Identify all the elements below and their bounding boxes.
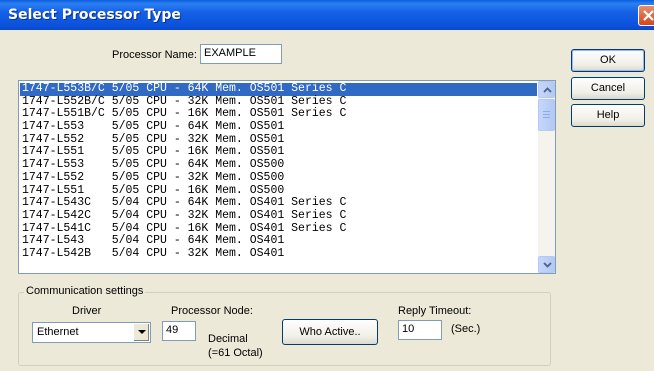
title-bar: Select Processor Type <box>0 0 654 30</box>
list-item[interactable]: 1747-L542B 5/04 CPU - 32K Mem. OS401 <box>20 247 537 261</box>
list-item[interactable]: 1747-L553B/C 5/05 CPU - 64K Mem. OS501 S… <box>20 82 537 96</box>
scroll-down-button[interactable] <box>538 256 555 273</box>
driver-value: Ethernet <box>37 326 79 338</box>
vertical-scrollbar[interactable] <box>538 81 555 273</box>
chevron-down-icon <box>138 330 146 334</box>
list-item[interactable]: 1747-L553 5/05 CPU - 64K Mem. OS500 <box>20 158 537 172</box>
close-icon <box>643 10 654 21</box>
list-item[interactable]: 1747-L542C 5/04 CPU - 32K Mem. OS401 Ser… <box>20 209 537 223</box>
processor-name-input[interactable]: EXAMPLE <box>200 44 282 64</box>
list-item[interactable]: 1747-L552 5/05 CPU - 32K Mem. OS500 <box>20 171 537 185</box>
list-item[interactable]: 1747-L543C 5/04 CPU - 64K Mem. OS401 Ser… <box>20 196 537 210</box>
processor-type-list[interactable]: 1747-L553B/C 5/05 CPU - 64K Mem. OS501 S… <box>18 80 556 274</box>
chevron-up-icon <box>543 87 552 93</box>
reply-timeout-label: Reply Timeout: <box>398 305 472 317</box>
processor-node-input[interactable]: 49 <box>162 321 196 341</box>
communication-settings-label: Communication settings <box>24 285 146 297</box>
list-item[interactable]: 1747-L553 5/05 CPU - 64K Mem. OS501 <box>20 120 537 134</box>
driver-dropdown-button[interactable] <box>133 324 149 341</box>
ok-button[interactable]: OK <box>571 49 645 72</box>
who-active-button[interactable]: Who Active.. <box>282 319 378 345</box>
driver-select[interactable]: Ethernet <box>32 322 151 343</box>
chevron-down-icon <box>543 262 552 268</box>
reply-timeout-unit: (Sec.) <box>451 323 481 335</box>
help-button[interactable]: Help <box>571 104 645 127</box>
decimal-label: Decimal <box>208 333 248 345</box>
octal-label: (=61 Octal) <box>208 347 263 359</box>
processor-node-label: Processor Node: <box>171 305 253 317</box>
reply-timeout-input[interactable]: 10 <box>398 320 442 340</box>
list-rows: 1747-L553B/C 5/05 CPU - 64K Mem. OS501 S… <box>20 82 537 261</box>
window-title: Select Processor Type <box>8 7 181 23</box>
scroll-up-button[interactable] <box>538 81 555 98</box>
close-button[interactable] <box>638 5 654 26</box>
scroll-thumb[interactable] <box>538 99 555 131</box>
cancel-button[interactable]: Cancel <box>571 77 645 100</box>
processor-name-label: Processor Name: <box>112 49 197 61</box>
driver-label: Driver <box>72 305 102 317</box>
